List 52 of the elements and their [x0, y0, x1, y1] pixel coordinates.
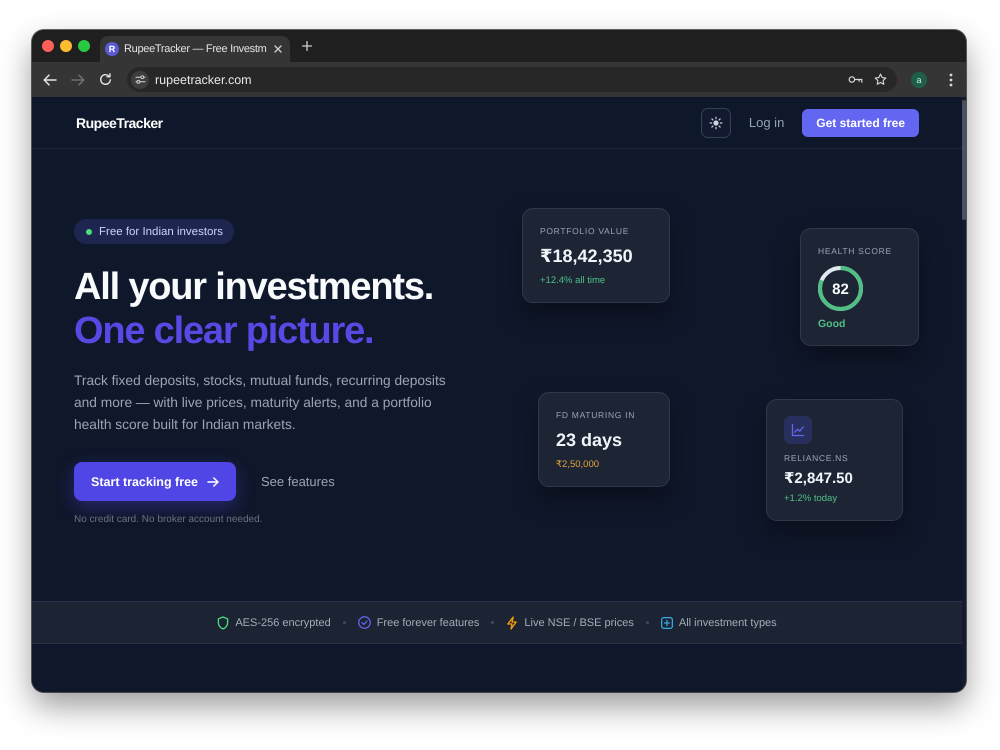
- feature-label: All investment types: [678, 616, 777, 628]
- lightning-icon: [506, 616, 518, 630]
- close-window-button[interactable]: [42, 40, 54, 52]
- disclaimer-text: No credit card. No broker account needed.: [74, 513, 262, 526]
- profile-avatar[interactable]: a: [911, 72, 927, 88]
- close-tab-icon[interactable]: [274, 45, 282, 53]
- zoom-window-button[interactable]: [78, 40, 90, 52]
- tagline: Free for Indian investors: [99, 226, 224, 238]
- score-rating: Good: [818, 317, 846, 331]
- card-label: RELIANCE.NS: [784, 452, 848, 464]
- url-field[interactable]: rupeetracker.com: [155, 70, 848, 88]
- shield-icon: [217, 616, 230, 630]
- sun-icon: [708, 116, 723, 130]
- arrow-right-icon: [206, 476, 219, 486]
- card-value: 23 days: [556, 429, 622, 452]
- score-value: 82: [832, 281, 849, 298]
- check-circle-icon: [358, 616, 371, 629]
- address-bar[interactable]: rupeetracker.com: [127, 67, 897, 92]
- browser-tab[interactable]: R RupeeTracker — Free Investm: [100, 36, 290, 62]
- line-chart-icon: [784, 416, 812, 444]
- change-text: ₹2,50,000: [556, 458, 600, 472]
- bookmark-star-icon[interactable]: [874, 73, 887, 86]
- minimize-window-button[interactable]: [60, 40, 72, 52]
- change-text: +1.2% today: [784, 492, 838, 506]
- card-value: ₹2,847.50: [784, 469, 853, 489]
- card-label: FD MATURING IN: [556, 409, 636, 421]
- card-label: HEALTH SCORE: [818, 245, 892, 257]
- plus-square-icon: [660, 616, 673, 628]
- status-dot-icon: [86, 228, 92, 234]
- see-features-link[interactable]: See features: [260, 474, 335, 489]
- site-favicon: R: [105, 42, 119, 56]
- back-icon[interactable]: [43, 74, 57, 86]
- brand-logo[interactable]: RupeeTracker: [76, 114, 163, 130]
- card-label: PORTFOLIO VALUE: [540, 225, 630, 237]
- card-value: ₹18,42,350: [540, 245, 633, 268]
- change-text: +12.4% all time: [540, 274, 606, 288]
- feature-label: AES-256 encrypted: [235, 616, 331, 628]
- headline-highlight: One clear picture.: [74, 309, 374, 353]
- feature-label: Free forever features: [376, 616, 480, 628]
- site-settings-icon[interactable]: [131, 70, 149, 88]
- get-started-button[interactable]: Get started free: [802, 108, 919, 136]
- start-tracking-button[interactable]: Start tracking free: [74, 462, 236, 501]
- new-tab-icon[interactable]: [302, 41, 312, 51]
- theme-toggle-button[interactable]: [700, 108, 731, 138]
- headline: All your investments.: [74, 265, 434, 309]
- hero-description: Track fixed deposits, stocks, mutual funds, recurring deposits and more — with live prices, maturity alerts, and a portfolio health score built for Indian markets.: [74, 372, 447, 434]
- key-icon[interactable]: [848, 75, 863, 84]
- feature-label: Live NSE / BSE prices: [524, 616, 634, 628]
- scrollbar-thumb[interactable]: [962, 100, 966, 220]
- login-link[interactable]: Log in: [748, 115, 784, 130]
- reload-icon[interactable]: [99, 73, 112, 86]
- more-menu-icon[interactable]: [949, 72, 953, 86]
